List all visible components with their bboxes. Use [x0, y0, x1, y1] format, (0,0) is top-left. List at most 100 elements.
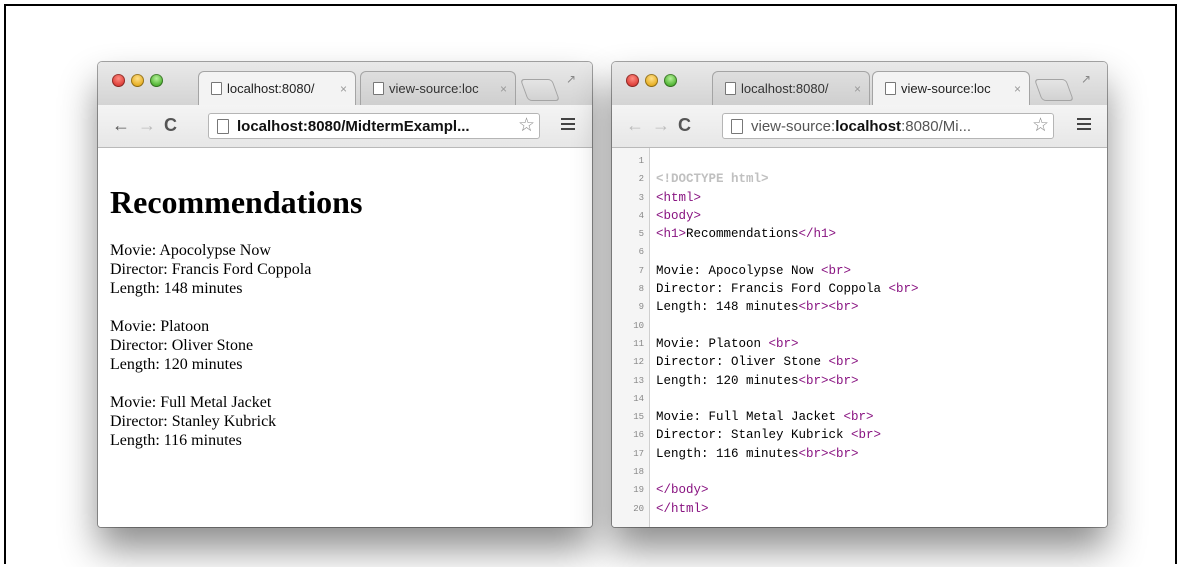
- line-number: 12: [633, 357, 644, 368]
- source-text: Length: 116 minutes: [656, 446, 799, 461]
- tab-title: view-source:loc: [389, 81, 479, 96]
- reload-button[interactable]: C: [678, 115, 691, 135]
- source-line: <h1>Recommendations</h1>: [656, 225, 919, 243]
- source-text: Director: Oliver Stone: [656, 355, 829, 370]
- page-icon: [731, 119, 743, 134]
- url-scheme: view-source:: [751, 117, 836, 135]
- source-line: Director: Oliver Stone <br>: [656, 353, 919, 371]
- page-icon: [373, 82, 384, 95]
- page-icon: [211, 82, 222, 95]
- tab-title: localhost:8080/: [227, 81, 315, 96]
- zoom-window-button[interactable]: [150, 74, 163, 87]
- close-tab-icon[interactable]: ×: [1014, 82, 1021, 96]
- browser-window-source: localhost:8080/ × view-source:loc × ↗ ← …: [612, 62, 1107, 527]
- movie-title: Movie: Full Metal Jacket: [110, 394, 272, 411]
- movie-entry: Movie: Platoon Director: Oliver Stone Le…: [110, 317, 580, 374]
- movie-entry: Movie: Apocolypse Now Director: Francis …: [110, 241, 580, 298]
- zoom-window-button[interactable]: [664, 74, 677, 87]
- line-number: 15: [633, 412, 644, 423]
- menu-icon[interactable]: [1077, 118, 1091, 132]
- tab-localhost[interactable]: localhost:8080/ ×: [198, 71, 356, 105]
- source-tag: <h1>: [656, 227, 687, 242]
- new-tab-button[interactable]: [1033, 79, 1075, 101]
- source-text: Movie: Apocolypse Now: [656, 263, 822, 278]
- source-line: Director: Francis Ford Coppola <br>: [656, 280, 919, 298]
- close-window-button[interactable]: [112, 74, 125, 87]
- rendered-page: Recommendations Movie: Apocolypse Now Di…: [98, 148, 592, 477]
- close-tab-icon[interactable]: ×: [340, 82, 347, 96]
- back-button[interactable]: ←: [626, 115, 644, 135]
- fullscreen-icon[interactable]: ↗: [566, 72, 580, 86]
- movie-director: Director: Francis Ford Coppola: [110, 261, 312, 278]
- line-number: 20: [633, 503, 644, 514]
- source-text: Director: Francis Ford Coppola: [656, 282, 889, 297]
- line-number: 19: [633, 485, 644, 496]
- source-tag: <html>: [656, 190, 702, 205]
- tab-localhost[interactable]: localhost:8080/ ×: [712, 71, 870, 105]
- source-line: Movie: Platoon <br>: [656, 335, 919, 353]
- movie-title: Movie: Platoon: [110, 318, 210, 335]
- close-window-button[interactable]: [626, 74, 639, 87]
- forward-button[interactable]: →: [138, 115, 156, 135]
- source-text: Director: Stanley Kubrick: [656, 428, 852, 443]
- line-number: 3: [638, 192, 644, 203]
- line-number: 2: [638, 174, 644, 185]
- bookmark-star-icon[interactable]: ☆: [1032, 114, 1049, 137]
- line-number: 9: [638, 302, 644, 313]
- url-path: :8080/Mi...: [901, 117, 972, 135]
- tab-view-source[interactable]: view-source:loc ×: [360, 71, 516, 105]
- minimize-window-button[interactable]: [131, 74, 144, 87]
- source-line: <body>: [656, 207, 919, 225]
- source-view: 1 2 3 4 5 6 7 8 9 10 11 12 13 14 15 16 17 18 19 20 <!DOCTYP…: [612, 148, 1107, 527]
- source-code: <!DOCTYPE html> <html> <body> <h1>Recommend…: [650, 148, 919, 527]
- figure-frame: localhost:8080/ × view-source:loc × ↗ ← …: [4, 4, 1177, 564]
- movie-length: Length: 148 minutes: [110, 280, 243, 297]
- line-number-gutter: 1 2 3 4 5 6 7 8 9 10 11 12 13 14 15 16 17 18 19 20: [612, 148, 650, 527]
- source-tag: <br><br>: [798, 373, 859, 388]
- source-line: Movie: Apocolypse Now <br>: [656, 262, 919, 280]
- line-number: 14: [633, 393, 644, 404]
- page-heading: Recommendations: [110, 184, 363, 220]
- url-host: localhost: [835, 117, 902, 135]
- source-tag: </h1>: [798, 227, 837, 242]
- menu-icon[interactable]: [561, 118, 575, 132]
- page-viewport: Recommendations Movie: Apocolypse Now Di…: [98, 148, 592, 527]
- source-tag: <br>: [768, 336, 799, 351]
- close-tab-icon[interactable]: ×: [854, 82, 861, 96]
- fullscreen-icon[interactable]: ↗: [1081, 72, 1095, 86]
- page-viewport: 1 2 3 4 5 6 7 8 9 10 11 12 13 14 15 16 17 18 19 20 <!DOCTYP…: [612, 148, 1107, 527]
- source-line: </body>: [656, 481, 919, 499]
- source-doctype: <!DOCTYPE html>: [656, 172, 769, 187]
- source-text: Length: 120 minutes: [656, 373, 799, 388]
- new-tab-button[interactable]: [519, 79, 561, 101]
- url-path: :8080/MidtermExampl...: [302, 117, 470, 135]
- browser-window-rendered: localhost:8080/ × view-source:loc × ↗ ← …: [98, 62, 592, 527]
- window-controls: [112, 74, 163, 87]
- reload-button[interactable]: C: [164, 115, 177, 135]
- line-number: 5: [638, 229, 644, 240]
- tab-title: view-source:loc: [901, 81, 991, 96]
- source-line: [656, 243, 919, 261]
- close-tab-icon[interactable]: ×: [500, 82, 507, 96]
- forward-button[interactable]: →: [652, 115, 670, 135]
- source-tag: <br>: [828, 355, 859, 370]
- address-bar[interactable]: view-source: localhost:8080/Mi...: [722, 113, 1054, 139]
- source-line: [656, 317, 919, 335]
- line-number: 4: [638, 210, 644, 221]
- source-tag: <br>: [821, 263, 852, 278]
- source-tag: </html>: [656, 501, 709, 516]
- source-tag: <br>: [843, 410, 874, 425]
- source-tag: <body>: [656, 208, 702, 223]
- source-tag: </body>: [656, 483, 709, 498]
- bookmark-star-icon[interactable]: ☆: [518, 114, 535, 137]
- minimize-window-button[interactable]: [645, 74, 658, 87]
- source-tag: <br>: [851, 428, 882, 443]
- tab-view-source[interactable]: view-source:loc ×: [872, 71, 1030, 105]
- source-text: Length: 148 minutes: [656, 300, 799, 315]
- source-line: Length: 148 minutes<br><br>: [656, 298, 919, 316]
- movie-length: Length: 120 minutes: [110, 356, 243, 373]
- address-bar[interactable]: localhost:8080/MidtermExampl...: [208, 113, 540, 139]
- toolbar: ← → C view-source: localhost:8080/Mi... ☆: [612, 105, 1107, 148]
- source-tag: <br><br>: [798, 300, 859, 315]
- back-button[interactable]: ←: [112, 115, 130, 135]
